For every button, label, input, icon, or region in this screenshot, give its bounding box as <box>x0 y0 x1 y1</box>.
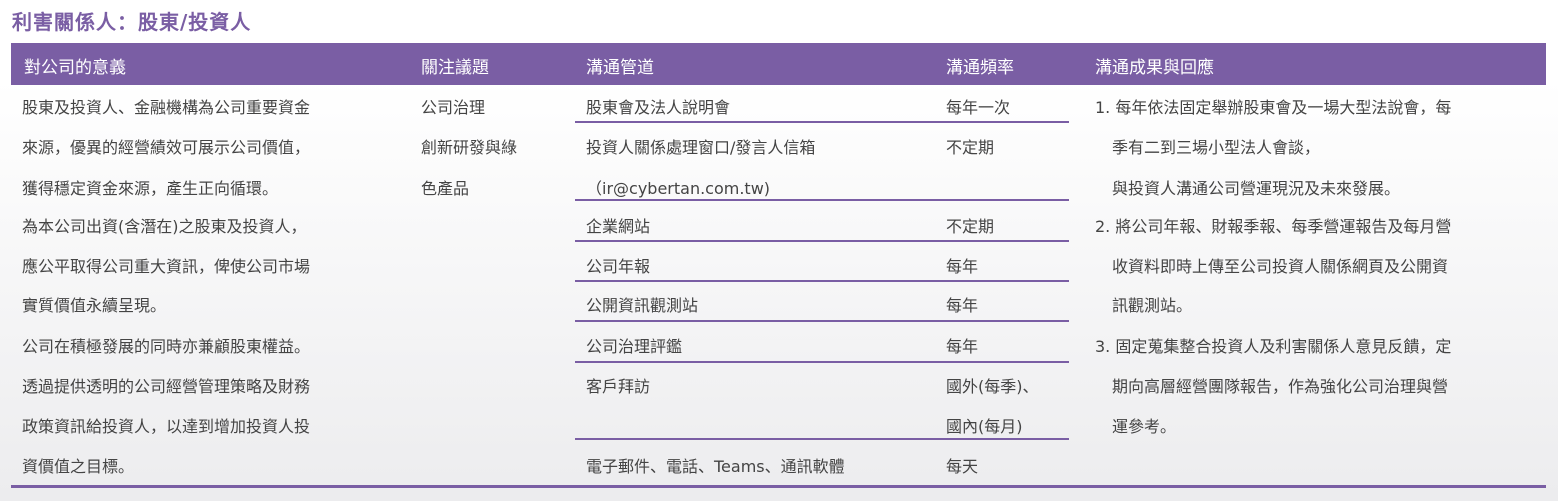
significance-line: 資價值之目標。 <box>22 457 135 476</box>
result-line: 2. 將公司年報、財報季報、每季營運報告及每月營 <box>1095 217 1452 236</box>
page-title: 利害關係人：股東/投資人 <box>12 10 252 34</box>
channel-cell: 公司年報 <box>586 257 651 276</box>
channel-cell: 客戶拜訪 <box>586 377 651 396</box>
frequency-cell: 不定期 <box>946 217 995 236</box>
header-issues: 關注議題 <box>421 58 489 78</box>
result-line: 1. 每年依法固定舉辦股東會及一場大型法說會，每 <box>1095 98 1452 117</box>
frequency-cell: 國外(每季)、 <box>946 377 1039 396</box>
channel-cell: 電子郵件、電話、Teams、通訊軟體 <box>586 457 845 476</box>
row-divider <box>575 438 1069 440</box>
row-divider <box>575 199 1069 201</box>
significance-line: 股東及投資人、金融機構為公司重要資金 <box>22 98 311 117</box>
channel-cell: 投資人關係處理窗口/發言人信箱 <box>586 138 816 157</box>
header-frequency: 溝通頻率 <box>946 58 1014 78</box>
result-line: 3. 固定蒐集整合投資人及利害關係人意見反饋，定 <box>1095 337 1452 356</box>
significance-line: 為本公司出資(含潛在)之股東及投資人， <box>22 217 307 236</box>
issue-line: 公司治理 <box>421 98 486 117</box>
result-line: 與投資人溝通公司營運現況及未來發展。 <box>1112 179 1401 198</box>
row-divider <box>575 240 1069 242</box>
frequency-cell: 不定期 <box>946 138 995 157</box>
header-results: 溝通成果與回應 <box>1095 58 1214 78</box>
significance-line: 實質價值永續呈現。 <box>22 296 167 315</box>
row-divider <box>575 280 1069 282</box>
result-line: 訊觀測站。 <box>1112 296 1193 315</box>
header-channels: 溝通管道 <box>586 58 654 78</box>
issue-line: 色產品 <box>421 179 470 198</box>
header-significance: 對公司的意義 <box>24 58 126 78</box>
issue-line: 創新研發與綠 <box>421 138 518 157</box>
table-header: 對公司的意義 關注議題 溝通管道 溝通頻率 溝通成果與回應 <box>11 43 1546 85</box>
significance-line: 透過提供透明的公司經營管理策略及財務 <box>22 377 311 396</box>
frequency-cell: 每年 <box>946 257 979 276</box>
frequency-cell: 每年 <box>946 296 979 315</box>
result-line: 運參考。 <box>1112 417 1177 436</box>
row-divider <box>575 361 1069 363</box>
significance-line: 政策資訊給投資人，以達到增加投資人投 <box>22 417 311 436</box>
channel-cell: 公開資訊觀測站 <box>586 296 699 315</box>
frequency-cell: 國內(每月) <box>946 417 1023 436</box>
channel-cell: 企業網站 <box>586 217 651 236</box>
stakeholder-page: 利害關係人：股東/投資人 對公司的意義 關注議題 溝通管道 溝通頻率 溝通成果與… <box>0 0 1558 501</box>
significance-line: 來源，優異的經營績效可展示公司價值， <box>22 138 311 157</box>
channel-cell: （ir@cybertan.com.tw) <box>586 179 771 198</box>
table-bottom-rule <box>11 485 1546 488</box>
significance-line: 獲得穩定資金來源，產生正向循環。 <box>22 179 279 198</box>
frequency-cell: 每年 <box>946 337 979 356</box>
channel-cell: 公司治理評鑑 <box>586 337 683 356</box>
result-line: 收資料即時上傳至公司投資人關係網頁及公開資 <box>1112 257 1449 276</box>
frequency-cell: 每年一次 <box>946 98 1011 117</box>
frequency-cell: 每天 <box>946 457 979 476</box>
significance-line: 應公平取得公司重大資訊，俾使公司市場 <box>22 257 311 276</box>
significance-line: 公司在積極發展的同時亦兼顧股東權益。 <box>22 337 311 356</box>
channel-cell: 股東會及法人說明會 <box>586 98 731 117</box>
row-divider <box>575 320 1069 322</box>
result-line: 季有二到三場小型法人會談， <box>1112 138 1321 157</box>
result-line: 期向高層經營團隊報告，作為強化公司治理與營 <box>1112 377 1449 396</box>
row-divider <box>575 121 1069 123</box>
